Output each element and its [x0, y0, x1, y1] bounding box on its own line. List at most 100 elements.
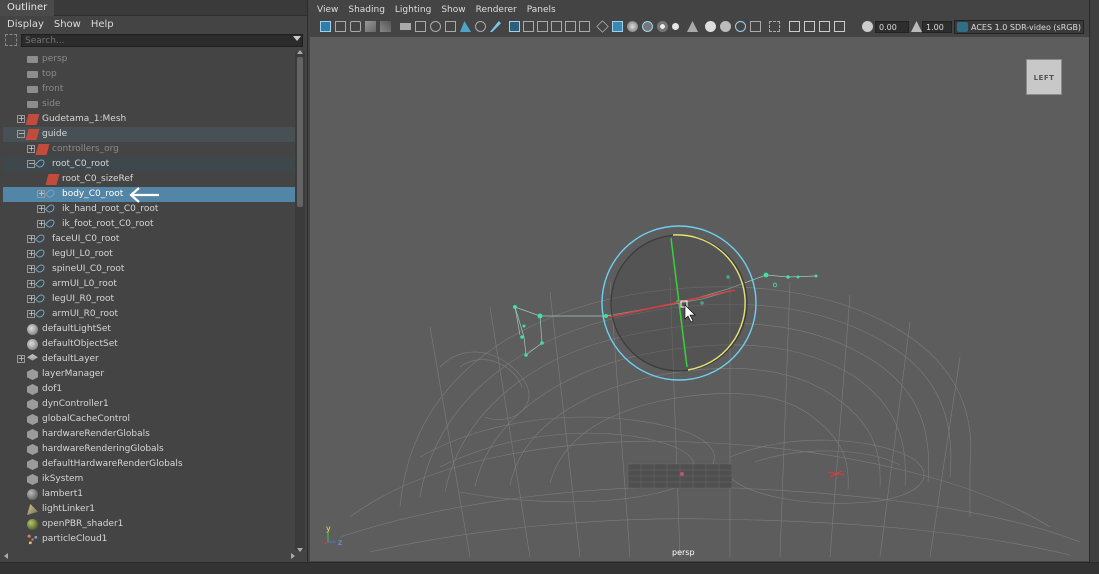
- outliner-item[interactable]: layerManager: [3, 367, 295, 382]
- menu-renderer[interactable]: Renderer: [471, 0, 522, 19]
- object-mode-icon[interactable]: [804, 21, 815, 32]
- ambient-occlusion-icon[interactable]: [642, 21, 653, 32]
- menu-lighting[interactable]: Lighting: [390, 0, 436, 19]
- exposure-field[interactable]: 0.00: [875, 21, 909, 33]
- outliner-item[interactable]: lambert1: [3, 487, 295, 502]
- menu-shading[interactable]: Shading: [343, 0, 390, 19]
- menu-show[interactable]: Show: [436, 0, 470, 19]
- scrollbar-thumb[interactable]: [297, 57, 303, 207]
- rotate-gizmo[interactable]: [601, 225, 757, 381]
- outliner-horizontal-scrollbar[interactable]: [3, 552, 296, 560]
- snap-icon[interactable]: [819, 21, 830, 32]
- scroll-right-arrow-icon[interactable]: [291, 553, 295, 559]
- textured-icon[interactable]: [551, 21, 562, 32]
- outliner-item[interactable]: defaultObjectSet: [3, 337, 295, 352]
- film-gate-icon[interactable]: [430, 21, 441, 32]
- isolate-select-icon[interactable]: [705, 21, 716, 32]
- shadows-icon[interactable]: [579, 21, 590, 32]
- gate-mask-icon[interactable]: [460, 21, 471, 32]
- textured-display-icon[interactable]: [720, 21, 731, 32]
- camera-attributes-icon[interactable]: [335, 21, 346, 32]
- select-camera-icon[interactable]: [320, 21, 331, 32]
- outliner-item[interactable]: hardwareRenderGlobals: [3, 427, 295, 442]
- viewcube[interactable]: LEFT: [1026, 59, 1062, 95]
- xray-icon[interactable]: [596, 20, 609, 33]
- image-plane-icon[interactable]: [365, 21, 376, 32]
- scroll-up-arrow-icon[interactable]: [297, 50, 303, 54]
- default-material-icon[interactable]: [537, 21, 548, 32]
- outliner-item[interactable]: + controllers_org: [3, 142, 295, 157]
- scroll-left-arrow-icon[interactable]: [4, 553, 8, 559]
- outliner-item[interactable]: globalCacheControl: [3, 412, 295, 427]
- collapse-icon[interactable]: −: [17, 130, 25, 138]
- outliner-item[interactable]: − root_C0_root: [3, 157, 295, 172]
- resolution-gate-icon[interactable]: [445, 21, 456, 32]
- outliner-item[interactable]: root_C0_sizeRef: [3, 172, 295, 187]
- outliner-item[interactable]: + legUI_L0_root: [3, 247, 295, 262]
- outliner-item[interactable]: side: [3, 97, 295, 112]
- smooth-shade-icon[interactable]: [523, 21, 534, 32]
- outliner-item[interactable]: + armUI_R0_root: [3, 307, 295, 322]
- outliner-item[interactable]: + legUI_R0_root: [3, 292, 295, 307]
- outliner-item[interactable]: + ik_foot_root_C0_root: [3, 217, 295, 232]
- xray-active-icon[interactable]: [612, 21, 623, 32]
- outliner-item[interactable]: openPBR_shader1: [3, 517, 295, 532]
- lock-camera-icon[interactable]: [415, 21, 426, 32]
- outliner-item[interactable]: defaultLightSet: [3, 322, 295, 337]
- outliner-item[interactable]: lightLinker1: [3, 502, 295, 517]
- expand-icon[interactable]: +: [27, 145, 35, 153]
- outliner-item[interactable]: + armUI_L0_root: [3, 277, 295, 292]
- component-mode-icon[interactable]: [789, 21, 800, 32]
- color-space-dropdown[interactable]: ACES 1.0 SDR-video (sRGB): [954, 20, 1084, 34]
- depth-of-field-icon[interactable]: [687, 21, 698, 32]
- wireframe-icon[interactable]: [509, 21, 520, 32]
- outliner-item[interactable]: particleCloud1: [3, 532, 295, 547]
- outliner-item[interactable]: ikSystem: [3, 472, 295, 487]
- 2d-pan-zoom-icon[interactable]: [380, 21, 391, 32]
- safe-action-icon[interactable]: [490, 21, 501, 32]
- outliner-item[interactable]: − guide: [3, 127, 295, 142]
- xray-joints-icon[interactable]: [627, 21, 638, 32]
- right-side-panel-edge[interactable]: [1089, 0, 1099, 562]
- outliner-title-tab[interactable]: Outliner: [0, 0, 55, 16]
- menu-help[interactable]: Help: [86, 16, 119, 33]
- outliner-item[interactable]: dof1: [3, 382, 295, 397]
- scroll-down-arrow-icon[interactable]: [297, 548, 303, 552]
- lighting-icon[interactable]: [565, 21, 576, 32]
- camera-sequencer-icon[interactable]: [834, 21, 845, 32]
- bookmarks-icon[interactable]: [350, 21, 361, 32]
- outliner-item[interactable]: + Gudetama_1:Mesh: [3, 112, 295, 127]
- outliner-item[interactable]: dynController1: [3, 397, 295, 412]
- exposure-icon[interactable]: [862, 21, 873, 32]
- menu-show[interactable]: Show: [49, 16, 86, 33]
- outliner-search-input[interactable]: [21, 34, 303, 47]
- menu-display[interactable]: Display: [2, 16, 49, 33]
- outliner-item[interactable]: + ik_hand_root_C0_root: [3, 202, 295, 217]
- outliner-item[interactable]: top: [3, 67, 295, 82]
- outliner-item[interactable]: persp: [3, 52, 295, 67]
- expand-icon[interactable]: +: [17, 115, 25, 123]
- filter-grip-icon[interactable]: [5, 34, 17, 46]
- grid-icon[interactable]: [750, 21, 761, 32]
- outliner-item[interactable]: front: [3, 82, 295, 97]
- menu-panels[interactable]: Panels: [522, 0, 561, 19]
- outliner-vertical-scrollbar[interactable]: [295, 50, 305, 552]
- select-all-icon[interactable]: [769, 21, 780, 32]
- search-dropdown-arrow-icon[interactable]: [293, 36, 301, 41]
- outliner-item[interactable]: hardwareRenderingGlobals: [3, 442, 295, 457]
- outliner-item[interactable]: + spineUI_C0_root: [3, 262, 295, 277]
- gamma-field[interactable]: 1.00: [922, 21, 952, 33]
- outliner-item[interactable]: + defaultLayer: [3, 352, 295, 367]
- hud-icon[interactable]: [735, 21, 746, 32]
- viewport-canvas[interactable]: y z LEFT persp: [310, 37, 1089, 561]
- outliner-item[interactable]: defaultHardwareRenderGlobals: [3, 457, 295, 472]
- outliner-item[interactable]: + faceUI_C0_root: [3, 232, 295, 247]
- menu-view[interactable]: View: [312, 0, 343, 19]
- grease-pencil-icon[interactable]: [400, 23, 411, 30]
- anti-aliasing-icon[interactable]: [672, 23, 679, 30]
- expand-icon[interactable]: +: [17, 355, 25, 363]
- motion-blur-icon[interactable]: [657, 21, 668, 32]
- scene-view[interactable]: y z: [310, 37, 1089, 561]
- gamma-icon[interactable]: [911, 21, 922, 32]
- field-chart-icon[interactable]: [475, 21, 486, 32]
